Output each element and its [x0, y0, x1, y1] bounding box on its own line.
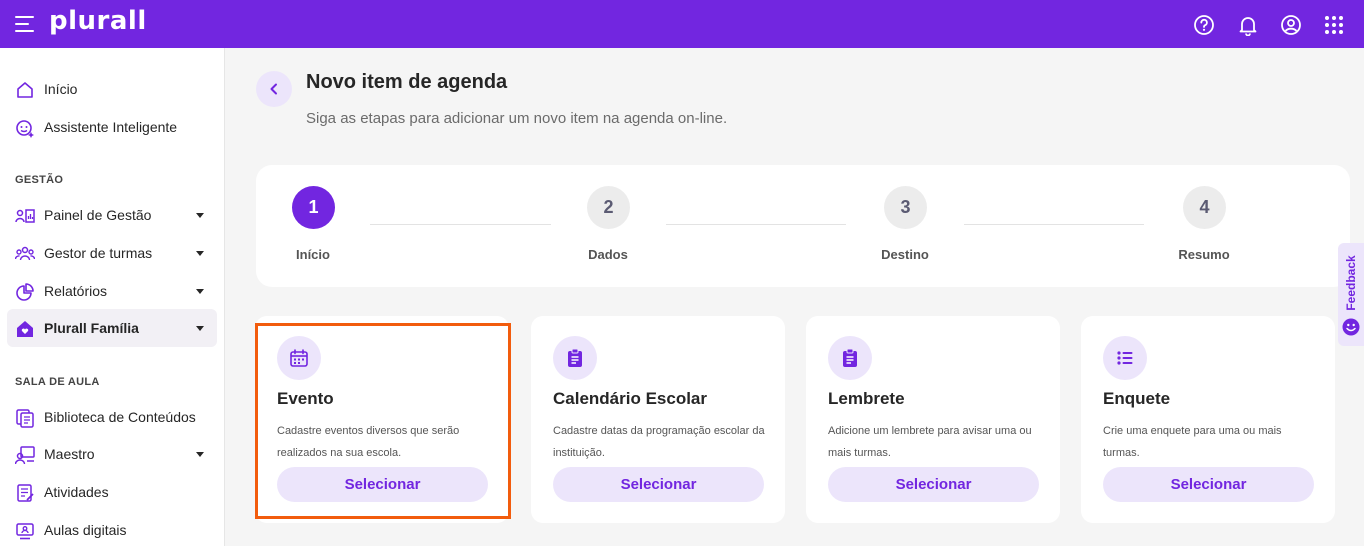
clipboard-icon	[843, 348, 857, 367]
step-1-label: Início	[296, 247, 330, 262]
stepper: 1 Início 2 Dados 3 Destino 4 Resumo	[256, 165, 1350, 287]
select-enquete-button[interactable]: Selecionar	[1103, 467, 1314, 502]
section-label-sala-de-aula: SALA DE AULA	[15, 376, 100, 388]
card-icon-badge	[553, 336, 597, 380]
assistant-icon	[16, 120, 34, 138]
sidebar-item-label: Atividades	[44, 484, 109, 500]
step-connector	[964, 224, 1144, 225]
feedback-label: Feedback	[1344, 255, 1358, 311]
chevron-down-icon[interactable]	[196, 289, 204, 294]
top-bar: plurall	[0, 0, 1364, 48]
feedback-tab[interactable]: Feedback	[1338, 243, 1364, 346]
section-label-gestao: GESTÃO	[15, 174, 64, 186]
step-2-label: Dados	[588, 247, 628, 262]
step-1-circle: 1	[292, 186, 335, 229]
page-subtitle: Siga as etapas para adicionar um novo it…	[306, 110, 728, 127]
plurall-logo[interactable]: plurall	[49, 6, 147, 36]
sidebar-item-assistente[interactable]: Assistente Inteligente	[7, 108, 217, 146]
home-icon	[17, 82, 33, 98]
library-icon	[16, 409, 34, 428]
sidebar-item-plurall-familia[interactable]: Plurall Família	[7, 309, 217, 347]
family-home-icon	[17, 321, 33, 337]
list-icon	[1117, 351, 1133, 365]
card-calendario-escolar: Calendário Escolar Cadastre datas da pro…	[531, 316, 785, 523]
card-lembrete: Lembrete Adicione um lembrete para avisa…	[806, 316, 1060, 523]
step-4-label: Resumo	[1178, 247, 1230, 262]
pie-chart-icon	[16, 283, 34, 301]
card-description: Crie uma enquete para uma ou mais turmas…	[1103, 425, 1282, 459]
sidebar-item-label: Plurall Família	[44, 320, 139, 336]
digital-class-icon	[16, 523, 34, 540]
hamburger-menu-icon[interactable]	[15, 16, 34, 32]
card-title: Calendário Escolar	[553, 389, 708, 408]
sidebar-item-painel-de-gestao[interactable]: Painel de Gestão	[7, 196, 217, 234]
sidebar-item-label: Maestro	[44, 446, 95, 462]
card-description: Adicione um lembrete para avisar uma ou …	[828, 425, 1032, 459]
card-title: Lembrete	[828, 389, 905, 408]
smiley-icon	[1342, 318, 1360, 336]
sidebar-item-gestor-de-turmas[interactable]: Gestor de turmas	[7, 234, 217, 272]
card-enquete: Enquete Crie uma enquete para uma ou mai…	[1081, 316, 1335, 523]
sidebar-item-aulas-digitais[interactable]: Aulas digitais	[7, 511, 217, 546]
sidebar-item-atividades[interactable]: Atividades	[7, 473, 217, 511]
sidebar-item-label: Início	[44, 81, 78, 97]
sidebar: Início Assistente Inteligente GESTÃO Pai…	[0, 48, 225, 546]
card-icon-badge	[828, 336, 872, 380]
sidebar-item-label: Assistente Inteligente	[44, 119, 178, 135]
step-connector	[666, 224, 846, 225]
user-icon[interactable]	[1280, 14, 1302, 36]
sidebar-item-label: Relatórios	[44, 283, 108, 299]
sidebar-item-relatorios[interactable]: Relatórios	[7, 272, 217, 310]
select-calendario-escolar-button[interactable]: Selecionar	[553, 467, 764, 502]
page-title: Novo item de agenda	[306, 71, 508, 93]
sidebar-item-label: Aulas digitais	[44, 522, 127, 538]
sidebar-item-biblioteca[interactable]: Biblioteca de Conteúdos	[7, 398, 217, 436]
sidebar-item-inicio[interactable]: Início	[7, 70, 217, 108]
back-button[interactable]	[256, 71, 292, 107]
chevron-left-icon	[270, 83, 277, 95]
sidebar-item-label: Biblioteca de Conteúdos	[44, 409, 196, 425]
teacher-icon	[15, 446, 35, 465]
clipboard-icon	[568, 348, 582, 367]
chevron-down-icon[interactable]	[196, 326, 204, 331]
chevron-down-icon[interactable]	[196, 251, 204, 256]
card-icon-badge	[1103, 336, 1147, 380]
select-lembrete-button[interactable]: Selecionar	[828, 467, 1039, 502]
dashboard-icon	[15, 209, 35, 223]
chevron-down-icon[interactable]	[196, 213, 204, 218]
apps-grid-icon[interactable]	[1323, 14, 1345, 36]
activities-icon	[17, 484, 34, 502]
step-3-circle: 3	[884, 186, 927, 229]
people-icon	[15, 246, 35, 261]
card-title: Enquete	[1103, 389, 1171, 408]
bell-icon[interactable]	[1237, 14, 1259, 36]
sidebar-item-label: Gestor de turmas	[44, 245, 153, 261]
card-description: Cadastre datas da programação escolar da…	[553, 425, 765, 459]
sidebar-item-label: Painel de Gestão	[44, 207, 152, 223]
sidebar-item-maestro[interactable]: Maestro	[7, 435, 217, 473]
chevron-down-icon[interactable]	[196, 452, 204, 457]
step-3-label: Destino	[881, 247, 929, 262]
step-2-circle: 2	[587, 186, 630, 229]
selection-highlight	[255, 323, 511, 519]
step-4-circle: 4	[1183, 186, 1226, 229]
step-connector	[370, 224, 551, 225]
help-icon[interactable]	[1193, 14, 1215, 36]
